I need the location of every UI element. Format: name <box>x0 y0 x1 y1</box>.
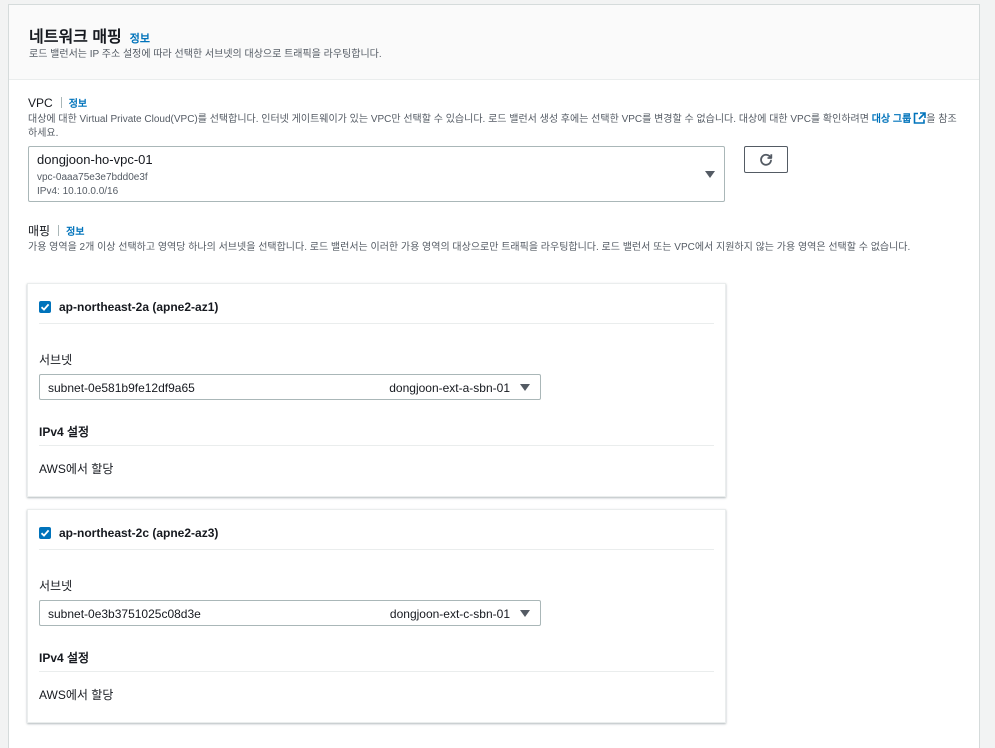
section-title: 네트워크 매핑 <box>29 29 122 46</box>
target-group-link[interactable]: 대상 그룹 <box>872 114 912 125</box>
ipv4-settings-title: IPv4 설정 <box>39 425 90 439</box>
panel-header: 네트워크 매핑 정보 로드 밸런서는 IP 주소 설정에 따라 선택한 서브넷의… <box>9 5 979 80</box>
divider <box>39 445 714 446</box>
ipv4-settings-title: IPv4 설정 <box>39 651 90 665</box>
vpc-info-link[interactable]: 정보 <box>69 95 87 110</box>
vpc-selected-id: vpc-0aaa75e3e7bdd0e3f <box>37 172 148 183</box>
subnet-select[interactable]: subnet-0e581b9fe12df9a65 dongjoon-ext-a-… <box>39 374 541 400</box>
refresh-icon <box>760 153 773 166</box>
vpc-select[interactable]: dongjoon-ho-vpc-01 vpc-0aaa75e3e7bdd0e3f… <box>28 146 725 202</box>
ipv4-value: AWS에서 할당 <box>39 688 114 702</box>
subnet-id: subnet-0e3b3751025c08d3e <box>48 607 201 621</box>
mapping-description: 가용 영역을 2개 이상 선택하고 영역당 하나의 서브넷을 선택합니다. 로드… <box>28 242 911 253</box>
vpc-desc-text-1: 대상에 대한 Virtual Private Cloud(VPC)를 선택합니다… <box>28 114 872 125</box>
label-separator <box>60 97 62 108</box>
ipv4-value: AWS에서 할당 <box>39 462 114 476</box>
subnet-name: dongjoon-ext-a-sbn-01 <box>389 381 510 395</box>
check-icon <box>40 303 50 311</box>
caret-down-icon <box>705 171 715 178</box>
external-link-icon[interactable] <box>913 112 927 124</box>
caret-down-icon <box>520 610 530 617</box>
section-description: 로드 밸런서는 IP 주소 설정에 따라 선택한 서브넷의 대상으로 트래픽을 … <box>29 49 382 60</box>
az-card: ap-northeast-2a (apne2-az1) 서브넷 subnet-0… <box>27 283 726 497</box>
vpc-selected-cidr: IPv4: 10.10.0.0/16 <box>37 186 119 197</box>
az-card: ap-northeast-2c (apne2-az3) 서브넷 subnet-0… <box>27 509 726 723</box>
az-name: ap-northeast-2a (apne2-az1) <box>59 300 219 314</box>
vpc-label-row: VPC 정보 <box>28 95 87 111</box>
subnet-name: dongjoon-ext-c-sbn-01 <box>389 607 510 621</box>
subnet-id: subnet-0e581b9fe12df9a65 <box>48 381 195 395</box>
divider <box>39 671 714 672</box>
refresh-button[interactable] <box>744 146 788 173</box>
divider <box>39 549 714 550</box>
vpc-description: 대상에 대한 Virtual Private Cloud(VPC)를 선택합니다… <box>28 112 963 141</box>
label-separator <box>58 225 60 236</box>
network-mapping-panel: 네트워크 매핑 정보 로드 밸런서는 IP 주소 설정에 따라 선택한 서브넷의… <box>8 4 980 748</box>
mapping-info-link[interactable]: 정보 <box>66 223 84 238</box>
az-checkbox-row[interactable]: ap-northeast-2a (apne2-az1) <box>39 300 218 314</box>
mapping-label: 매핑 <box>28 224 51 238</box>
check-icon <box>40 529 50 537</box>
az-checkbox[interactable] <box>39 301 51 313</box>
az-checkbox[interactable] <box>39 527 51 539</box>
mapping-label-row: 매핑 정보 <box>28 222 85 239</box>
subnet-select[interactable]: subnet-0e3b3751025c08d3e dongjoon-ext-c-… <box>39 600 541 626</box>
title-row: 네트워크 매핑 정보 <box>29 23 150 47</box>
az-checkbox-row[interactable]: ap-northeast-2c (apne2-az3) <box>39 526 218 540</box>
az-name: ap-northeast-2c (apne2-az3) <box>59 526 219 540</box>
vpc-selected-name: dongjoon-ho-vpc-01 <box>37 152 153 167</box>
subnet-label: 서브넷 <box>39 579 73 593</box>
divider <box>39 323 714 324</box>
subnet-label: 서브넷 <box>39 353 73 367</box>
section-info-link[interactable]: 정보 <box>130 30 150 46</box>
caret-down-icon <box>520 384 530 391</box>
vpc-label: VPC <box>28 95 53 110</box>
